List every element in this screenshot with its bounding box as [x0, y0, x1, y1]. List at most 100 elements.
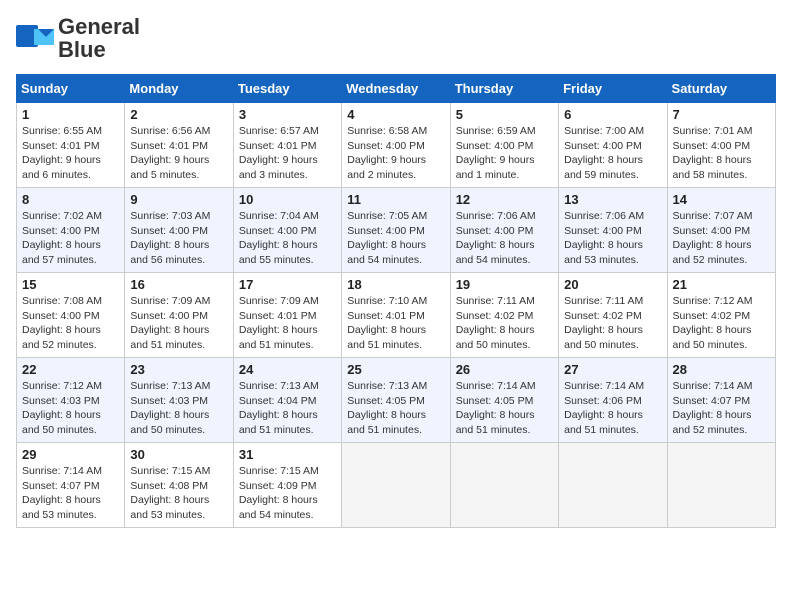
calendar-cell: 19 Sunrise: 7:11 AM Sunset: 4:02 PM Dayli…: [450, 273, 558, 358]
calendar-cell: 6 Sunrise: 7:00 AM Sunset: 4:00 PM Daylig…: [559, 103, 667, 188]
calendar-cell: 7 Sunrise: 7:01 AM Sunset: 4:00 PM Daylig…: [667, 103, 775, 188]
day-number: 6: [564, 107, 661, 122]
day-number: 31: [239, 447, 336, 462]
day-info: Sunrise: 7:08 AM Sunset: 4:00 PM Dayligh…: [22, 294, 119, 353]
logo-general: General: [58, 14, 140, 39]
calendar-cell: 3 Sunrise: 6:57 AM Sunset: 4:01 PM Daylig…: [233, 103, 341, 188]
calendar-cell: 28 Sunrise: 7:14 AM Sunset: 4:07 PM Dayli…: [667, 358, 775, 443]
day-number: 26: [456, 362, 553, 377]
calendar-cell: 9 Sunrise: 7:03 AM Sunset: 4:00 PM Daylig…: [125, 188, 233, 273]
day-info: Sunrise: 7:14 AM Sunset: 4:06 PM Dayligh…: [564, 379, 661, 438]
calendar-cell: 18Sunrise: 7:10 AM Sunset: 4:01 PM Dayli…: [342, 273, 450, 358]
calendar-week-row: 8Sunrise: 7:02 AM Sunset: 4:00 PM Daylig…: [17, 188, 776, 273]
day-info: Sunrise: 7:06 AM Sunset: 4:00 PM Dayligh…: [456, 209, 553, 268]
col-header-monday: Monday: [125, 75, 233, 103]
calendar-cell: 31 Sunrise: 7:15 AM Sunset: 4:09 PM Dayli…: [233, 443, 341, 528]
calendar-cell: 20 Sunrise: 7:11 AM Sunset: 4:02 PM Dayli…: [559, 273, 667, 358]
day-info: Sunrise: 7:10 AM Sunset: 4:01 PM Dayligh…: [347, 294, 444, 353]
day-number: 7: [673, 107, 770, 122]
day-number: 13: [564, 192, 661, 207]
day-info: Sunrise: 7:01 AM Sunset: 4:00 PM Dayligh…: [673, 124, 770, 183]
col-header-saturday: Saturday: [667, 75, 775, 103]
day-info: Sunrise: 7:14 AM Sunset: 4:07 PM Dayligh…: [673, 379, 770, 438]
day-info: Sunrise: 7:11 AM Sunset: 4:02 PM Dayligh…: [456, 294, 553, 353]
day-number: 3: [239, 107, 336, 122]
calendar-cell: 29 Sunrise: 7:14 AM Sunset: 4:07 PM Dayli…: [17, 443, 125, 528]
day-info: Sunrise: 7:09 AM Sunset: 4:00 PM Dayligh…: [130, 294, 227, 353]
day-number: 17: [239, 277, 336, 292]
day-info: Sunrise: 7:03 AM Sunset: 4:00 PM Dayligh…: [130, 209, 227, 268]
day-info: Sunrise: 7:15 AM Sunset: 4:08 PM Dayligh…: [130, 464, 227, 523]
calendar-cell: 2 Sunrise: 6:56 AM Sunset: 4:01 PM Daylig…: [125, 103, 233, 188]
calendar-header-row: SundayMondayTuesdayWednesdayThursdayFrid…: [17, 75, 776, 103]
calendar-cell: [667, 443, 775, 528]
calendar-cell: 25 Sunrise: 7:13 AM Sunset: 4:05 PM Dayli…: [342, 358, 450, 443]
day-number: 14: [673, 192, 770, 207]
day-info: Sunrise: 7:15 AM Sunset: 4:09 PM Dayligh…: [239, 464, 336, 523]
day-number: 29: [22, 447, 119, 462]
day-info: Sunrise: 7:04 AM Sunset: 4:00 PM Dayligh…: [239, 209, 336, 268]
day-info: Sunrise: 7:07 AM Sunset: 4:00 PM Dayligh…: [673, 209, 770, 268]
logo-blue: Blue: [58, 37, 106, 62]
calendar-cell: [559, 443, 667, 528]
calendar-week-row: 1 Sunrise: 6:55 AM Sunset: 4:01 PM Daylig…: [17, 103, 776, 188]
calendar-cell: 22 Sunrise: 7:12 AM Sunset: 4:03 PM Dayli…: [17, 358, 125, 443]
day-info: Sunrise: 7:12 AM Sunset: 4:02 PM Dayligh…: [673, 294, 770, 353]
calendar-cell: 13Sunrise: 7:06 AM Sunset: 4:00 PM Dayli…: [559, 188, 667, 273]
calendar-cell: 21 Sunrise: 7:12 AM Sunset: 4:02 PM Dayli…: [667, 273, 775, 358]
day-info: Sunrise: 6:59 AM Sunset: 4:00 PM Dayligh…: [456, 124, 553, 183]
day-info: Sunrise: 7:02 AM Sunset: 4:00 PM Dayligh…: [22, 209, 119, 268]
day-number: 20: [564, 277, 661, 292]
calendar-cell: 30 Sunrise: 7:15 AM Sunset: 4:08 PM Dayli…: [125, 443, 233, 528]
day-info: Sunrise: 6:55 AM Sunset: 4:01 PM Dayligh…: [22, 124, 119, 183]
day-number: 23: [130, 362, 227, 377]
calendar-cell: 4Sunrise: 6:58 AM Sunset: 4:00 PM Daylig…: [342, 103, 450, 188]
day-number: 2: [130, 107, 227, 122]
calendar-week-row: 15Sunrise: 7:08 AM Sunset: 4:00 PM Dayli…: [17, 273, 776, 358]
calendar-cell: 8Sunrise: 7:02 AM Sunset: 4:00 PM Daylig…: [17, 188, 125, 273]
calendar-cell: 27 Sunrise: 7:14 AM Sunset: 4:06 PM Dayli…: [559, 358, 667, 443]
calendar-cell: 23Sunrise: 7:13 AM Sunset: 4:03 PM Dayli…: [125, 358, 233, 443]
day-info: Sunrise: 7:13 AM Sunset: 4:05 PM Dayligh…: [347, 379, 444, 438]
page-header: General Blue: [16, 16, 776, 62]
calendar-week-row: 29 Sunrise: 7:14 AM Sunset: 4:07 PM Dayli…: [17, 443, 776, 528]
calendar-cell: 11Sunrise: 7:05 AM Sunset: 4:00 PM Dayli…: [342, 188, 450, 273]
day-number: 21: [673, 277, 770, 292]
day-number: 16: [130, 277, 227, 292]
day-number: 30: [130, 447, 227, 462]
day-number: 24: [239, 362, 336, 377]
day-info: Sunrise: 6:57 AM Sunset: 4:01 PM Dayligh…: [239, 124, 336, 183]
day-number: 27: [564, 362, 661, 377]
logo-icon: [16, 25, 54, 53]
day-info: Sunrise: 6:58 AM Sunset: 4:00 PM Dayligh…: [347, 124, 444, 183]
calendar-cell: 17 Sunrise: 7:09 AM Sunset: 4:01 PM Dayli…: [233, 273, 341, 358]
day-number: 1: [22, 107, 119, 122]
calendar-cell: 15Sunrise: 7:08 AM Sunset: 4:00 PM Dayli…: [17, 273, 125, 358]
day-number: 11: [347, 192, 444, 207]
calendar-cell: 16 Sunrise: 7:09 AM Sunset: 4:00 PM Dayli…: [125, 273, 233, 358]
calendar-week-row: 22 Sunrise: 7:12 AM Sunset: 4:03 PM Dayli…: [17, 358, 776, 443]
calendar-cell: 1 Sunrise: 6:55 AM Sunset: 4:01 PM Daylig…: [17, 103, 125, 188]
calendar-table: SundayMondayTuesdayWednesdayThursdayFrid…: [16, 74, 776, 528]
day-number: 19: [456, 277, 553, 292]
day-number: 28: [673, 362, 770, 377]
col-header-wednesday: Wednesday: [342, 75, 450, 103]
day-number: 25: [347, 362, 444, 377]
calendar-cell: 10 Sunrise: 7:04 AM Sunset: 4:00 PM Dayli…: [233, 188, 341, 273]
day-info: Sunrise: 7:14 AM Sunset: 4:07 PM Dayligh…: [22, 464, 119, 523]
day-info: Sunrise: 6:56 AM Sunset: 4:01 PM Dayligh…: [130, 124, 227, 183]
day-info: Sunrise: 7:13 AM Sunset: 4:04 PM Dayligh…: [239, 379, 336, 438]
day-info: Sunrise: 7:00 AM Sunset: 4:00 PM Dayligh…: [564, 124, 661, 183]
day-info: Sunrise: 7:12 AM Sunset: 4:03 PM Dayligh…: [22, 379, 119, 438]
calendar-cell: [342, 443, 450, 528]
day-number: 9: [130, 192, 227, 207]
day-info: Sunrise: 7:09 AM Sunset: 4:01 PM Dayligh…: [239, 294, 336, 353]
day-number: 12: [456, 192, 553, 207]
day-info: Sunrise: 7:11 AM Sunset: 4:02 PM Dayligh…: [564, 294, 661, 353]
logo: General Blue: [16, 16, 140, 62]
day-number: 5: [456, 107, 553, 122]
col-header-friday: Friday: [559, 75, 667, 103]
day-number: 10: [239, 192, 336, 207]
day-number: 22: [22, 362, 119, 377]
calendar-cell: 5 Sunrise: 6:59 AM Sunset: 4:00 PM Daylig…: [450, 103, 558, 188]
